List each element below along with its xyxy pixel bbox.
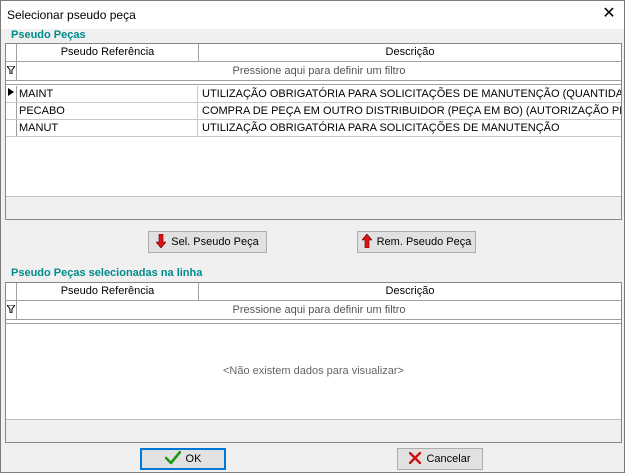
column-header-pseudo-referencia[interactable]: Pseudo Referência: [17, 44, 199, 61]
section-label-pseudo-pecas: Pseudo Peças: [11, 29, 86, 41]
grid-footer: [6, 196, 621, 219]
ok-button-label: OK: [185, 453, 202, 465]
pseudo-pecas-grid[interactable]: Pseudo Referência Descrição Pressione aq…: [5, 43, 622, 220]
selected-pseudo-pecas-grid[interactable]: Pseudo Referência Descrição Pressione aq…: [5, 282, 622, 443]
window-title: Selecionar pseudo peça: [7, 8, 136, 22]
dialog-window: Selecionar pseudo peça ✕ Pseudo Peças Ps…: [0, 0, 625, 473]
select-pseudo-peca-button[interactable]: Sel. Pseudo Peça: [148, 231, 267, 253]
filter-funnel-icon[interactable]: [6, 62, 17, 80]
section-label-selecionadas: Pseudo Peças selecionadas na linha: [11, 267, 203, 279]
select-button-label: Sel. Pseudo Peça: [171, 236, 259, 248]
cell-ref[interactable]: MAINT: [17, 86, 198, 102]
red-up-arrow-icon: [360, 233, 373, 251]
table-row[interactable]: PECABO COMPRA DE PEÇA EM OUTRO DISTRIBUI…: [6, 103, 621, 120]
cell-ref[interactable]: MANUT: [17, 120, 198, 136]
filter-row[interactable]: Pressione aqui para definir um filtro: [6, 62, 621, 81]
current-row-arrow-icon: [6, 86, 17, 102]
column-header-descricao[interactable]: Descrição: [199, 44, 621, 61]
grid-header: Pseudo Referência Descrição: [6, 283, 621, 301]
cancel-button[interactable]: Cancelar: [397, 448, 483, 470]
column-header-descricao[interactable]: Descrição: [199, 283, 621, 300]
table-row[interactable]: MAINT UTILIZAÇÃO OBRIGATÓRIA PARA SOLICI…: [6, 86, 621, 103]
header-selector-cell: [6, 283, 17, 300]
empty-grid-message: <Não existem dados para visualizar>: [223, 365, 404, 377]
grid-header: Pseudo Referência Descrição: [6, 44, 621, 62]
remove-pseudo-peca-button[interactable]: Rem. Pseudo Peça: [357, 231, 476, 253]
red-x-icon: [409, 451, 422, 467]
header-selector-cell: [6, 44, 17, 61]
cell-ref[interactable]: PECABO: [17, 103, 198, 119]
filter-row[interactable]: Pressione aqui para definir um filtro: [6, 301, 621, 320]
filter-funnel-icon[interactable]: [6, 301, 17, 319]
grid-footer: [6, 419, 621, 442]
filter-separator: [6, 81, 621, 85]
row-selector: [6, 103, 17, 119]
close-icon[interactable]: ✕: [594, 1, 624, 29]
title-bar: Selecionar pseudo peça ✕: [1, 1, 624, 29]
filter-prompt[interactable]: Pressione aqui para definir um filtro: [17, 301, 621, 319]
table-row[interactable]: MANUT UTILIZAÇÃO OBRIGATÓRIA PARA SOLICI…: [6, 120, 621, 137]
filter-prompt[interactable]: Pressione aqui para definir um filtro: [17, 62, 621, 80]
row-selector: [6, 120, 17, 136]
cancel-button-label: Cancelar: [426, 453, 471, 465]
column-header-pseudo-referencia[interactable]: Pseudo Referência: [17, 283, 199, 300]
cell-desc[interactable]: UTILIZAÇÃO OBRIGATÓRIA PARA SOLICITAÇÕES…: [199, 120, 621, 136]
green-check-icon: [164, 450, 181, 468]
remove-button-label: Rem. Pseudo Peça: [376, 236, 472, 248]
filter-separator: [6, 320, 621, 324]
ok-button[interactable]: OK: [140, 448, 226, 470]
red-down-arrow-icon: [155, 233, 167, 251]
cell-desc[interactable]: UTILIZAÇÃO OBRIGATÓRIA PARA SOLICITAÇÕES…: [199, 86, 621, 102]
cell-desc[interactable]: COMPRA DE PEÇA EM OUTRO DISTRIBUIDOR (PE…: [199, 103, 621, 119]
